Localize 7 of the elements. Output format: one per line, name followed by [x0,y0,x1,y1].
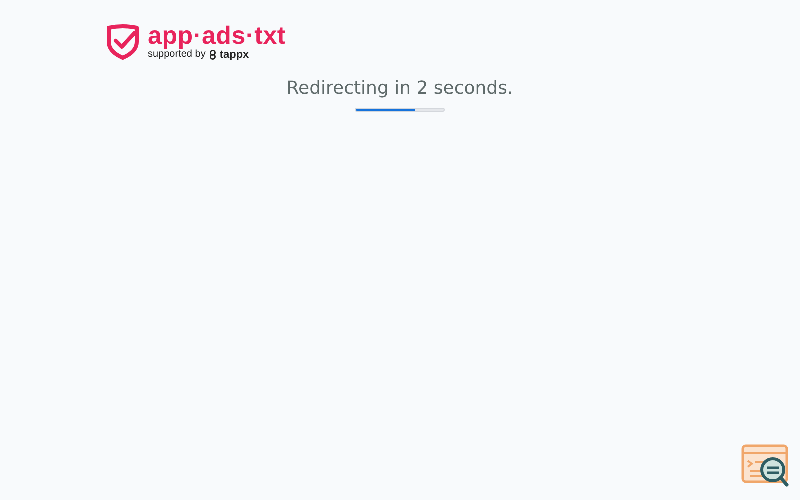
tagline: supported by [148,49,206,61]
redirect-message: Redirecting in 2 seconds. [286,78,514,100]
browser-search-icon[interactable] [741,444,791,488]
shield-check-icon [106,24,140,60]
partner-name: tappx [220,49,250,61]
partner-logo-icon [208,50,217,60]
logo-text: app·ads·txt [148,23,286,49]
